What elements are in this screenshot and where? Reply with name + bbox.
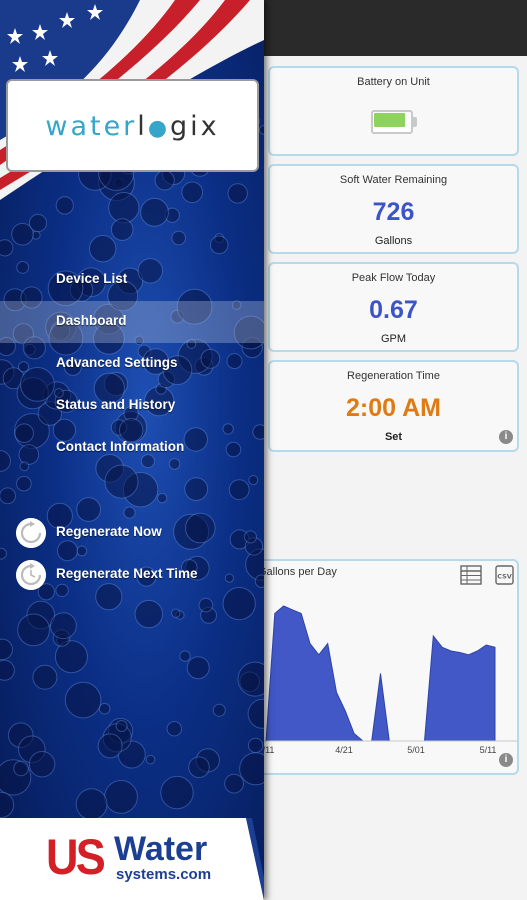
droplet <box>134 599 164 629</box>
regeneration-time-value: 2:00 AM <box>346 394 441 422</box>
droplet <box>171 230 186 246</box>
brand-site: systems.com <box>116 866 212 883</box>
droplet <box>89 235 117 263</box>
gallons-per-day-chart: 4/11 4/21 5/01 5/11 Gallons per Day CSV i <box>250 559 519 775</box>
peak-flow-card: Peak Flow Today 0.67 GPM <box>268 262 519 352</box>
chart-info-icon[interactable]: i <box>499 753 513 767</box>
droplet <box>0 487 16 505</box>
peak-flow-unit: GPM <box>380 333 407 345</box>
droplet <box>0 659 15 681</box>
droplet <box>28 751 56 778</box>
waterlogix-logo: waterl●gix <box>6 79 259 172</box>
soft-water-unit: Gallons <box>374 235 413 247</box>
soft-water-value: 726 <box>372 198 415 226</box>
droplet <box>17 613 50 647</box>
menu-item-status-and-history[interactable]: Status and History <box>0 385 264 427</box>
brand-water: Water <box>114 830 208 868</box>
droplet <box>104 780 138 814</box>
droplet <box>209 235 229 255</box>
battery-card-title: Battery on Unit <box>357 76 430 88</box>
table-view-icon[interactable] <box>460 565 482 585</box>
peak-flow-value: 0.67 <box>369 296 418 324</box>
droplet <box>0 638 13 661</box>
clock-refresh-icon <box>16 560 46 590</box>
droplet <box>160 775 194 810</box>
droplet <box>16 475 32 492</box>
regeneration-time-card[interactable]: Regeneration Time 2:00 AM Set i <box>268 360 519 452</box>
droplet <box>179 650 191 662</box>
droplet <box>184 477 209 502</box>
x-tick-label: 5/11 <box>480 745 497 755</box>
regeneration-time-unit: Set <box>384 431 403 443</box>
regeneration-time-title: Regeneration Time <box>347 370 440 382</box>
gallons-area-series <box>265 605 496 742</box>
droplet <box>145 754 156 765</box>
droplet <box>0 239 14 257</box>
droplet <box>166 721 183 737</box>
droplet <box>224 773 245 794</box>
chart-plot: 4/11 4/21 5/01 5/11 <box>252 605 517 755</box>
refresh-icon <box>16 518 46 548</box>
droplet <box>50 612 77 640</box>
droplet <box>28 213 48 233</box>
droplet <box>0 791 15 819</box>
regenerate-now-button[interactable]: Regenerate Now <box>0 512 264 554</box>
droplet <box>110 218 134 241</box>
logo-part-l: l <box>137 111 148 142</box>
water-drop-icon: ● <box>147 116 171 141</box>
brand-us: US <box>46 829 106 885</box>
regenerate-next-time-button[interactable]: Regenerate Next Time <box>0 554 264 596</box>
droplet <box>237 661 264 697</box>
menu-item-label: Contact Information <box>56 439 185 454</box>
menu-item-device-list[interactable]: Device List <box>0 259 264 301</box>
droplet <box>98 702 111 715</box>
battery-card: Battery on Unit <box>268 66 519 156</box>
regenerate-now-label: Regenerate Now <box>56 524 162 539</box>
droplet <box>247 698 264 729</box>
droplet <box>212 703 226 717</box>
regenerate-next-time-label: Regenerate Next Time <box>56 566 198 581</box>
droplet <box>157 493 168 504</box>
info-icon[interactable]: i <box>499 430 513 444</box>
droplet <box>247 737 264 754</box>
x-tick-label: 5/01 <box>407 745 425 755</box>
droplet <box>75 788 108 821</box>
logo-part-water: water <box>45 111 138 142</box>
peak-flow-title: Peak Flow Today <box>351 272 436 284</box>
droplet <box>228 479 250 501</box>
svg-text:CSV: CSV <box>497 573 512 581</box>
navigation-drawer: waterl●gix Device List Dashboard Advance… <box>0 0 264 900</box>
droplet <box>188 756 210 779</box>
menu-item-label: Status and History <box>56 397 176 412</box>
droplet <box>248 475 259 486</box>
soft-water-title: Soft Water Remaining <box>339 174 448 186</box>
menu-item-contact-information[interactable]: Contact Information <box>0 427 264 469</box>
menu-item-label: Device List <box>56 271 128 286</box>
chart-title: Gallons per Day <box>258 566 337 578</box>
droplet <box>104 464 139 499</box>
menu-item-label: Dashboard <box>56 313 127 328</box>
droplet <box>13 760 29 777</box>
menu-item-dashboard[interactable]: Dashboard <box>0 301 264 343</box>
menu-item-advanced-settings[interactable]: Advanced Settings <box>0 343 264 385</box>
droplet <box>186 656 210 680</box>
droplet <box>32 664 58 690</box>
soft-water-card: Soft Water Remaining 726 Gallons <box>268 164 519 254</box>
droplet <box>140 197 169 227</box>
droplet <box>198 597 214 613</box>
logo-part-gix: gix <box>170 111 220 142</box>
droplet <box>171 608 181 618</box>
droplet <box>64 681 102 719</box>
menu-item-label: Advanced Settings <box>56 355 178 370</box>
battery-icon <box>370 110 417 134</box>
csv-export-icon[interactable]: CSV <box>494 565 516 585</box>
x-tick-label: 4/21 <box>335 745 353 755</box>
droplet <box>97 733 123 759</box>
droplet <box>115 720 128 732</box>
